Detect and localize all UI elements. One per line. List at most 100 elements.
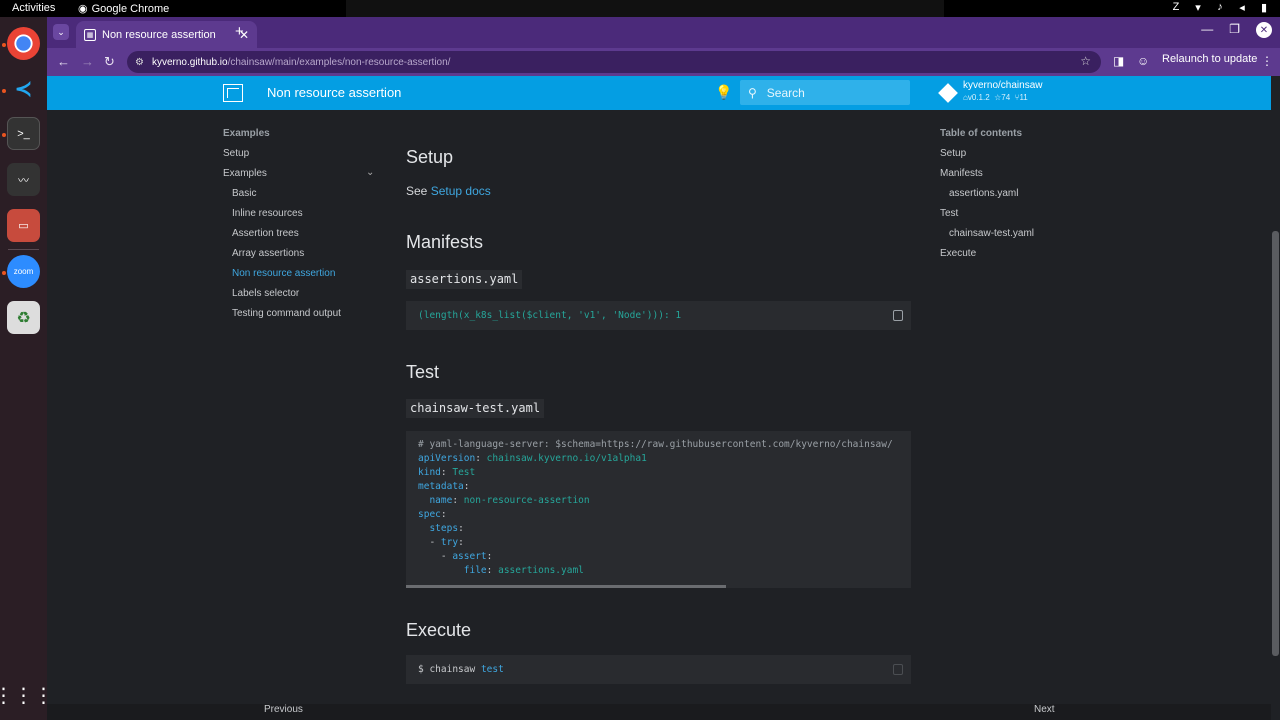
execute-heading: Execute (406, 620, 472, 640)
browser-tab[interactable]: ▦ Non resource assertion ✕ (76, 21, 257, 48)
toc-item-chainsaw-test-yaml[interactable]: chainsaw-test.yaml (940, 227, 1034, 247)
assertions-code-line: (length(x_k8s_list($client, 'v1', 'Node'… (418, 310, 682, 321)
nav-item-non-resource-assertion[interactable]: Non resource assertion (223, 267, 341, 287)
nav-item-inline-resources[interactable]: Inline resources (223, 207, 341, 227)
code-horizontal-scrollbar[interactable] (406, 585, 726, 588)
repo-forks: 11 (1019, 93, 1028, 102)
code-key: name (429, 495, 453, 506)
search-placeholder: Search (766, 85, 805, 100)
next-link[interactable]: Next (1034, 704, 1055, 715)
system-tray[interactable]: Z ▾ ♪ ◂ ▮ (1170, 1, 1270, 14)
chrome-icon[interactable] (7, 27, 40, 60)
copy-icon[interactable] (893, 664, 903, 675)
search-icon: ⚲ (748, 85, 757, 100)
site-favicon-icon: ▦ (84, 28, 96, 41)
test-heading: Test (406, 362, 440, 382)
page-footer: Previous Next (47, 704, 1280, 720)
window-controls: — ❐ ✕ (1201, 22, 1272, 38)
code-value: Test (452, 467, 476, 478)
repo-stars: 74 (1001, 93, 1011, 102)
assertions-code-block: (length(x_k8s_list($client, 'v1', 'Node'… (406, 301, 911, 330)
table-of-contents: Table of contents Setup Manifests assert… (940, 127, 1034, 267)
code-key: spec (418, 509, 441, 520)
toc-item-test[interactable]: Test (940, 207, 1034, 227)
search-input[interactable]: ⚲ Search (740, 80, 910, 105)
files-icon[interactable]: ▭ (7, 209, 40, 242)
bookmark-star-icon[interactable]: ☆ (1080, 54, 1091, 68)
browser-toolbar: ← → ↻ ⚙ kyverno.github.io/chainsaw/main/… (47, 48, 1280, 76)
vscode-icon[interactable]: ≺ (7, 72, 40, 105)
battery-icon[interactable]: ▮ (1258, 1, 1270, 14)
nav-item-array-assertions[interactable]: Array assertions (223, 247, 341, 267)
theme-toggle-icon[interactable]: 💡 (715, 84, 732, 101)
nav-item-setup[interactable]: Setup (223, 147, 341, 167)
repo-link[interactable]: kyverno/chainsaw ⌂v0.1.2 ☆74 ⑂11 (938, 80, 1043, 103)
volume-icon[interactable]: ◂ (1236, 1, 1248, 14)
execute-argument: test (480, 664, 504, 675)
clock-area[interactable] (346, 0, 944, 17)
show-apps-icon[interactable]: ⋮⋮⋮ (0, 679, 54, 712)
chrome-menu-icon[interactable]: ⋮ (1261, 54, 1273, 68)
setup-paragraph: See Setup docs (406, 184, 491, 198)
chevron-down-icon[interactable]: ⌄ (366, 167, 374, 178)
execute-code-block: $ chainsaw test (406, 655, 911, 684)
chrome-small-icon: ◉ (78, 3, 88, 15)
nav-item-examples[interactable]: Examples (223, 167, 341, 187)
url-path: /chainsaw/main/examples/non-resource-ass… (227, 56, 451, 68)
terminal-icon[interactable]: >_ (7, 117, 40, 150)
repo-name: kyverno/chainsaw (963, 80, 1043, 91)
tab-search-button[interactable]: ⌄ (53, 24, 69, 40)
nav-item-labels-selector[interactable]: Labels selector (223, 287, 341, 307)
git-icon (938, 83, 958, 103)
left-navigation: Examples Setup Examples ⌄ Basic Inline r… (223, 127, 374, 327)
site-info-icon[interactable]: ⚙ (135, 57, 144, 68)
activities-button[interactable]: Activities (12, 2, 55, 14)
execute-command: chainsaw (429, 664, 476, 675)
url-host: kyverno.github.io (151, 56, 228, 68)
code-key: apiVersion (418, 453, 476, 464)
forward-button[interactable]: → (81, 54, 94, 69)
app-menu[interactable]: ◉ Google Chrome (78, 2, 169, 16)
back-button[interactable]: ← (57, 54, 70, 69)
scrollbar-thumb[interactable] (1272, 231, 1279, 656)
wifi-icon[interactable]: ▾ (1192, 1, 1204, 14)
code-key: try (440, 537, 459, 548)
mic-icon[interactable]: ♪ (1214, 1, 1226, 14)
code-key: kind (418, 467, 441, 478)
toc-item-assertions-yaml[interactable]: assertions.yaml (940, 187, 1034, 207)
code-value: chainsaw.kyverno.io/v1alpha1 (486, 453, 647, 464)
code-value: assertions.yaml (498, 565, 584, 576)
running-indicator (2, 89, 6, 93)
profile-avatar-icon[interactable]: ☺ (1137, 54, 1149, 68)
maximize-button[interactable]: ❐ (1229, 22, 1240, 38)
system-monitor-icon[interactable]: 〰 (7, 163, 40, 196)
copy-icon[interactable] (893, 310, 903, 321)
close-window-button[interactable]: ✕ (1256, 22, 1272, 38)
toc-item-manifests[interactable]: Manifests (940, 167, 1034, 187)
nav-item-assertion-trees[interactable]: Assertion trees (223, 227, 341, 247)
code-key: metadata (418, 481, 464, 492)
previous-link[interactable]: Previous (264, 704, 303, 715)
toc-item-setup[interactable]: Setup (940, 147, 1034, 167)
minimize-button[interactable]: — (1201, 22, 1213, 38)
trash-icon[interactable]: ♻ (7, 301, 40, 334)
relaunch-button[interactable]: Relaunch to update (1162, 53, 1257, 65)
nav-item-basic[interactable]: Basic (223, 187, 341, 207)
zoom-tray-icon[interactable]: Z (1170, 1, 1182, 14)
nav-section-title: Examples (223, 128, 270, 139)
address-bar[interactable]: ⚙ kyverno.github.io/chainsaw/main/exampl… (127, 51, 1101, 73)
page-scrollbar[interactable] (1271, 76, 1280, 720)
manifests-heading: Manifests (406, 232, 484, 252)
zoom-icon[interactable]: zoom (7, 255, 40, 288)
site-logo-icon[interactable] (223, 84, 243, 102)
new-tab-button[interactable]: + (235, 23, 244, 40)
toc-title: Table of contents (940, 128, 1023, 139)
reload-button[interactable]: ↻ (104, 54, 115, 70)
test-file-label: chainsaw-test.yaml (406, 399, 545, 418)
toc-item-execute[interactable]: Execute (940, 247, 1034, 267)
side-panel-icon[interactable]: ◨ (1113, 54, 1124, 68)
setup-docs-link[interactable]: Setup docs (431, 184, 491, 198)
nav-item-testing-command-output[interactable]: Testing command output (223, 307, 341, 327)
header-title: Non resource assertion (267, 85, 402, 100)
system-top-bar: Activities ◉ Google Chrome Z ▾ ♪ ◂ ▮ (0, 0, 1280, 17)
